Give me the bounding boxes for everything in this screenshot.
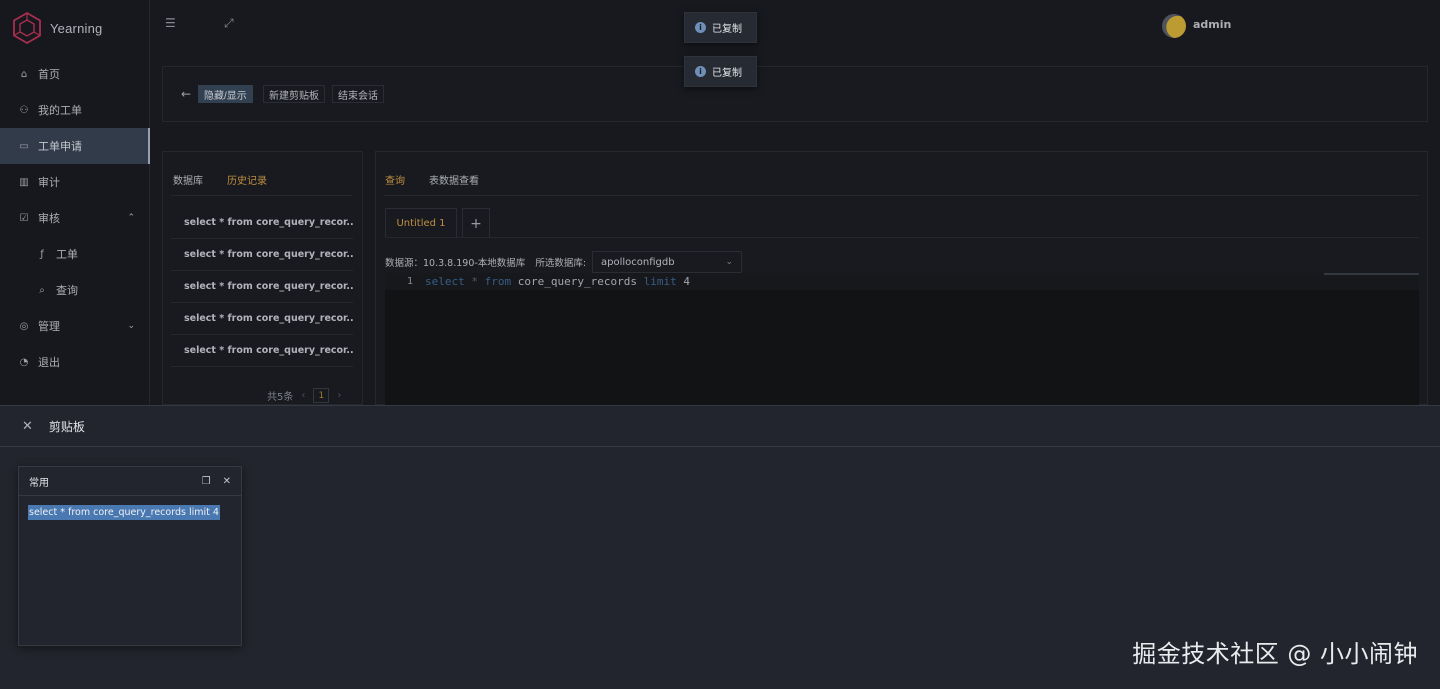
app-logo[interactable]: Yearning [0, 0, 149, 56]
home-icon: ⌂ [20, 68, 28, 80]
yearning-logo-icon [13, 11, 41, 45]
logout-icon: ◔ [19, 356, 29, 368]
sidebar-item[interactable]: ◔ 退出 [0, 344, 149, 380]
sidebar-item-label: 审计 [38, 176, 60, 189]
pagination-total: 共5条 [267, 392, 294, 403]
new-clipboard-button[interactable]: 新建剪贴板 [263, 85, 325, 103]
end-session-button[interactable]: 结束会话 [332, 85, 384, 103]
sidebar-item-label: 查询 [56, 284, 78, 297]
pagination: 共5条 ‹ 1 › [267, 388, 341, 403]
editor-tab[interactable]: Untitled 1 [385, 208, 457, 238]
sidebar-item-label: 退出 [38, 356, 60, 369]
query-panel: 查询 表数据查看 Untitled 1 + 数据源：10.3.8.190-本地数… [375, 151, 1428, 405]
audit-icon: ☑ [19, 212, 29, 224]
history-panel: 数据库 历史记录 select * from core_query_recor.… [162, 151, 363, 405]
sidebar-item[interactable]: ⚇ 我的工单 [0, 92, 149, 128]
sidebar-menu: ⌂ 首页 ⚇ 我的工单 ▭ 工单申请 ▥ 审计 ☑ 审核 ⌃ ƒ 工单 ⌕ 查询 ◎ 管理 ⌄ ◔ 退出 [0, 56, 150, 380]
history-item[interactable]: select * from core_query_recor... [171, 303, 353, 335]
tab-history[interactable]: 历史记录 [227, 172, 267, 196]
datasource-row: 数据源：10.3.8.190-本地数据库 所选数据库: apolloconfig… [385, 251, 743, 273]
chevron-down-icon: ⌄ [725, 257, 734, 267]
sidebar-item-label: 审核 [38, 212, 60, 225]
clipboard-drawer: ✕ 剪贴板 常用 ❐ ✕ select * from core_query_re… [0, 405, 1440, 689]
clipboard-content[interactable]: select * from core_query_records limit 4 [28, 505, 220, 520]
sidebar-item-label: 工单申请 [38, 140, 82, 153]
editor-line[interactable]: 1 select * from core_query_records limit… [385, 273, 1419, 290]
tab-table-data[interactable]: 表数据查看 [429, 172, 479, 196]
database-select-value: apolloconfigdb [601, 256, 675, 268]
add-tab-icon[interactable]: + [462, 208, 490, 238]
page-number[interactable]: 1 [313, 388, 330, 403]
menu-fold-icon[interactable]: ☰ [165, 16, 176, 30]
history-list: select * from core_query_recor... select… [171, 207, 353, 367]
datasource-label: 数据源：10.3.8.190-本地数据库 [385, 258, 526, 269]
history-item[interactable]: select * from core_query_recor... [171, 335, 353, 367]
session-toolbar: ← 隐藏/显示 新建剪贴板 结束会话 [162, 66, 1428, 122]
sidebar-item-label: 工单 [56, 248, 78, 261]
database-select[interactable]: apolloconfigdb ⌄ [592, 251, 743, 273]
sidebar-item[interactable]: ⌂ 首页 [0, 56, 149, 92]
sql-code: select * from core_query_records limit 4 [425, 275, 690, 288]
history-item[interactable]: select * from core_query_recor... [171, 271, 353, 303]
history-item[interactable]: select * from core_query_recor... [171, 207, 353, 239]
sidebar-item[interactable]: ƒ 工单 [0, 236, 149, 272]
info-icon: i [695, 66, 706, 77]
copied-toast: i 已复制 [684, 12, 757, 43]
back-arrow-icon[interactable]: ← [181, 87, 191, 101]
app-name: Yearning [50, 20, 103, 36]
watermark: 掘金技术社区 @ 小小闹钟 [1132, 640, 1418, 668]
user-icon: ⚇ [19, 104, 29, 116]
sidebar-item[interactable]: ▥ 审计 [0, 164, 149, 200]
function-icon: ƒ [40, 248, 44, 260]
search-icon: ⌕ [39, 284, 45, 296]
line-number: 1 [406, 276, 413, 287]
monitor-icon: ▭ [19, 140, 29, 152]
close-icon[interactable]: ✕ [22, 419, 33, 434]
sidebar-item[interactable]: ▭ 工单申请 [0, 128, 150, 164]
sidebar-item[interactable]: ⌕ 查询 [0, 272, 149, 308]
editor-scroll-indicator [1324, 273, 1419, 275]
left-tabs: 数据库 历史记录 [173, 172, 267, 196]
clipboard-card-header: 常用 ❐ ✕ [19, 467, 241, 496]
prev-page-icon[interactable]: ‹ [301, 390, 305, 401]
sidebar-item[interactable]: ◎ 管理 ⌄ [0, 308, 149, 344]
clipboard-card-title: 常用 [29, 477, 49, 489]
next-page-icon[interactable]: › [337, 390, 341, 401]
copy-icon[interactable]: ❐ [202, 476, 211, 487]
chevron-down-icon: ⌄ [127, 321, 135, 331]
tab-database[interactable]: 数据库 [173, 172, 203, 196]
database-label: 所选数据库: [535, 258, 587, 269]
clipboard-card: 常用 ❐ ✕ select * from core_query_records … [18, 466, 242, 646]
chevron-up-icon: ⌃ [127, 213, 135, 223]
copied-toast: i 已复制 [684, 56, 757, 87]
toggle-visibility-button[interactable]: 隐藏/显示 [198, 85, 253, 103]
history-item[interactable]: select * from core_query_recor... [171, 239, 353, 271]
sidebar: Yearning ⌂ 首页 ⚇ 我的工单 ▭ 工单申请 ▥ 审计 ☑ 审核 ⌃ ƒ 工单 ⌕ 查询 ◎ 管理 ⌄ ◔… [0, 0, 150, 405]
chart-icon: ▥ [19, 176, 29, 188]
fullscreen-icon[interactable]: ⤢ [224, 16, 234, 31]
toast-text: 已复制 [712, 68, 742, 79]
clipboard-card-actions: ❐ ✕ [202, 476, 231, 487]
drawer-header: ✕ 剪贴板 [0, 406, 1440, 447]
right-tabs: 查询 表数据查看 [385, 172, 479, 196]
avatar[interactable] [1162, 14, 1186, 38]
tab-divider [384, 195, 1419, 196]
tab-query[interactable]: 查询 [385, 172, 405, 196]
sidebar-item[interactable]: ☑ 审核 ⌃ [0, 200, 149, 236]
editor-tab-divider [385, 237, 1419, 238]
tab-divider [171, 195, 352, 196]
info-icon: i [695, 22, 706, 33]
toast-text: 已复制 [712, 24, 742, 35]
sidebar-item-label: 我的工单 [38, 104, 82, 117]
sidebar-item-label: 首页 [38, 68, 60, 81]
eye-icon: ◎ [19, 320, 29, 332]
sidebar-item-label: 管理 [38, 320, 60, 333]
user-name[interactable]: admin [1193, 18, 1231, 31]
drawer-title: 剪贴板 [48, 419, 85, 434]
sql-editor[interactable]: 1 select * from core_query_records limit… [385, 273, 1419, 405]
close-icon[interactable]: ✕ [223, 476, 231, 487]
